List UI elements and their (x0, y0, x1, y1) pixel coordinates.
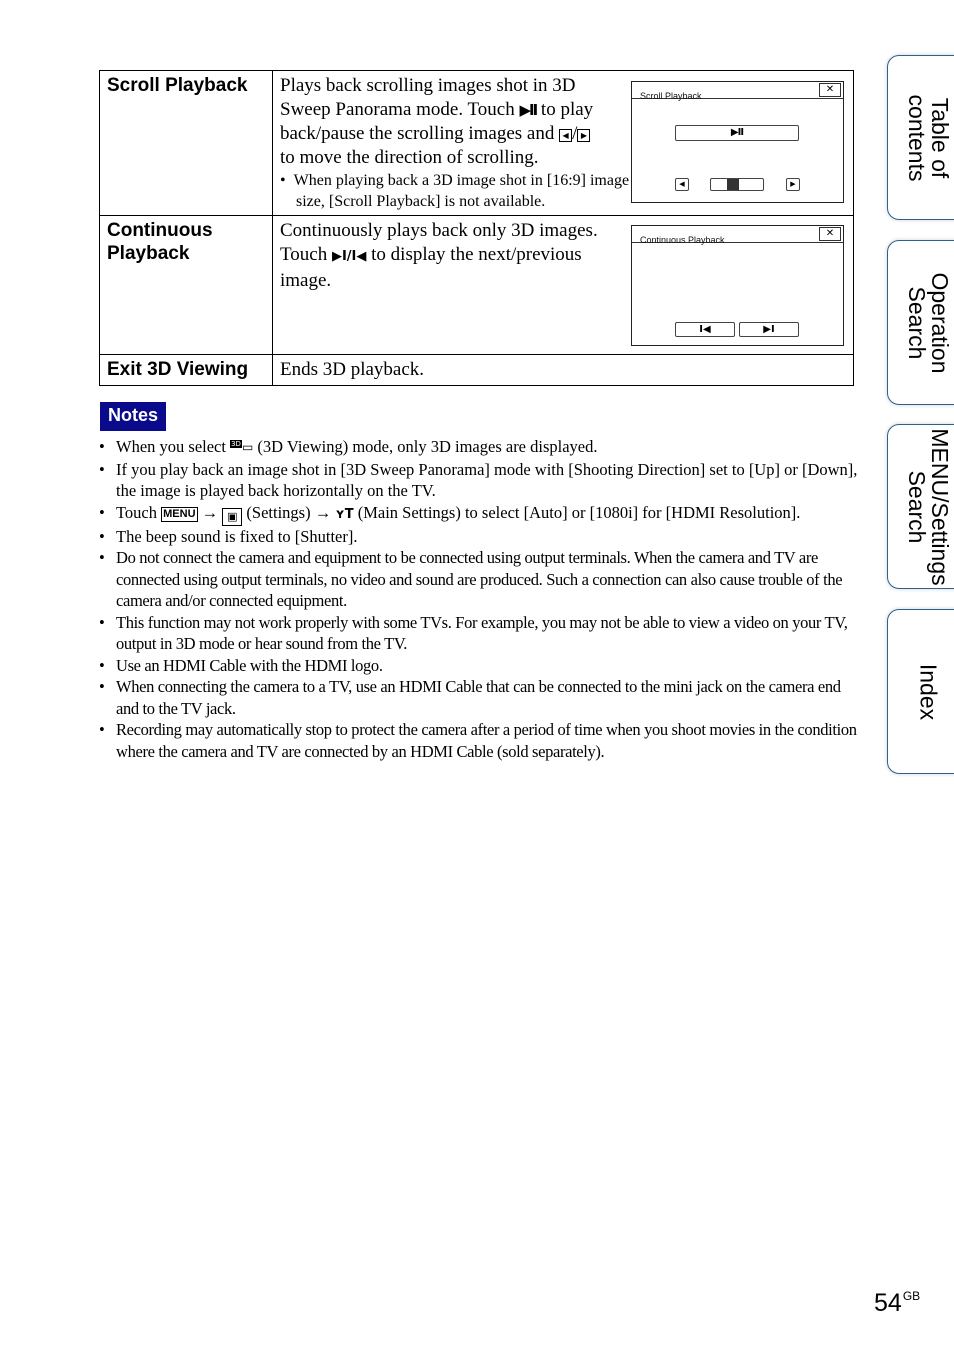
table-row-exit-3d-viewing: Exit 3D Viewing Ends 3D playback. (99, 354, 854, 386)
previous-button[interactable]: I◀ (675, 322, 735, 337)
tab-operation-search[interactable]: Operation Search (887, 240, 954, 405)
note-item: Touch MENU → ▣ (Settings) → ʏT (Main Set… (99, 502, 859, 526)
play-pause-icon: ▶II (519, 101, 538, 119)
slider-thumb[interactable] (727, 179, 739, 190)
continuous-playback-screen: Continuous Playback ✕ I◀ ▶I (631, 225, 844, 346)
main-settings-icon: ʏT (335, 506, 354, 522)
scroll-playback-screen: Scroll Playback ✕ ▶II ◀ ▶ (631, 81, 844, 203)
note-item: When connecting the camera to a TV, use … (99, 676, 859, 719)
note-item: This function may not work properly with… (99, 612, 859, 655)
scroll-left-icon: ◀ (559, 129, 573, 142)
scroll-left-button[interactable]: ◀ (675, 178, 689, 191)
close-icon[interactable]: ✕ (819, 83, 841, 97)
tab-index[interactable]: Index (887, 609, 954, 774)
notes-list: When you select 3D▭ (3D Viewing) mode, o… (99, 434, 859, 762)
sub-note: • When playing back a 3D image shot in [… (280, 172, 630, 210)
settings-icon: ▣ (222, 507, 243, 526)
tab-table-of-contents[interactable]: Table of contents (887, 55, 954, 220)
menu-icon: MENU (161, 506, 198, 522)
note-item: When you select 3D▭ (3D Viewing) mode, o… (99, 434, 859, 459)
note-item: Do not connect the camera and equipment … (99, 547, 859, 612)
3d-viewing-icon: 3D▭ (230, 440, 254, 454)
scroll-right-button[interactable]: ▶ (786, 178, 800, 191)
note-item: The beep sound is fixed to [Shutter]. (99, 526, 859, 548)
note-item: If you play back an image shot in [3D Sw… (99, 459, 859, 502)
table-row-continuous-playback: Continuous Playback Continuously plays b… (99, 215, 854, 355)
next-button[interactable]: ▶I (739, 322, 799, 337)
play-pause-button[interactable]: ▶II (675, 125, 799, 141)
page-number: 54GB (874, 1289, 921, 1317)
row-name: Exit 3D Viewing (99, 354, 273, 386)
table-row-scroll-playback: Scroll Playback Plays back scrolling ima… (99, 70, 854, 216)
note-item: Use an HDMI Cable with the HDMI logo. (99, 655, 859, 677)
row-name: Continuous Playback (99, 215, 273, 355)
notes-badge: Notes (100, 402, 166, 431)
next-prev-icon: ▶I/I◀ (331, 249, 367, 264)
row-name: Scroll Playback (99, 70, 273, 216)
row-description: Continuously plays back only 3D images. … (272, 215, 854, 355)
close-icon[interactable]: ✕ (819, 227, 841, 241)
screen-title: Scroll Playback (640, 91, 702, 101)
note-item: Recording may automatically stop to prot… (99, 719, 859, 762)
tab-menu-settings-search[interactable]: MENU/Settings Search (887, 424, 954, 589)
function-table: Scroll Playback Plays back scrolling ima… (99, 70, 854, 386)
row-description: Plays back scrolling images shot in 3D S… (272, 70, 854, 216)
scroll-slider[interactable] (710, 178, 764, 191)
scroll-right-icon: ▶ (577, 129, 591, 142)
row-description: Ends 3D playback. (272, 354, 854, 386)
screen-title: Continuous Playback (640, 235, 725, 245)
